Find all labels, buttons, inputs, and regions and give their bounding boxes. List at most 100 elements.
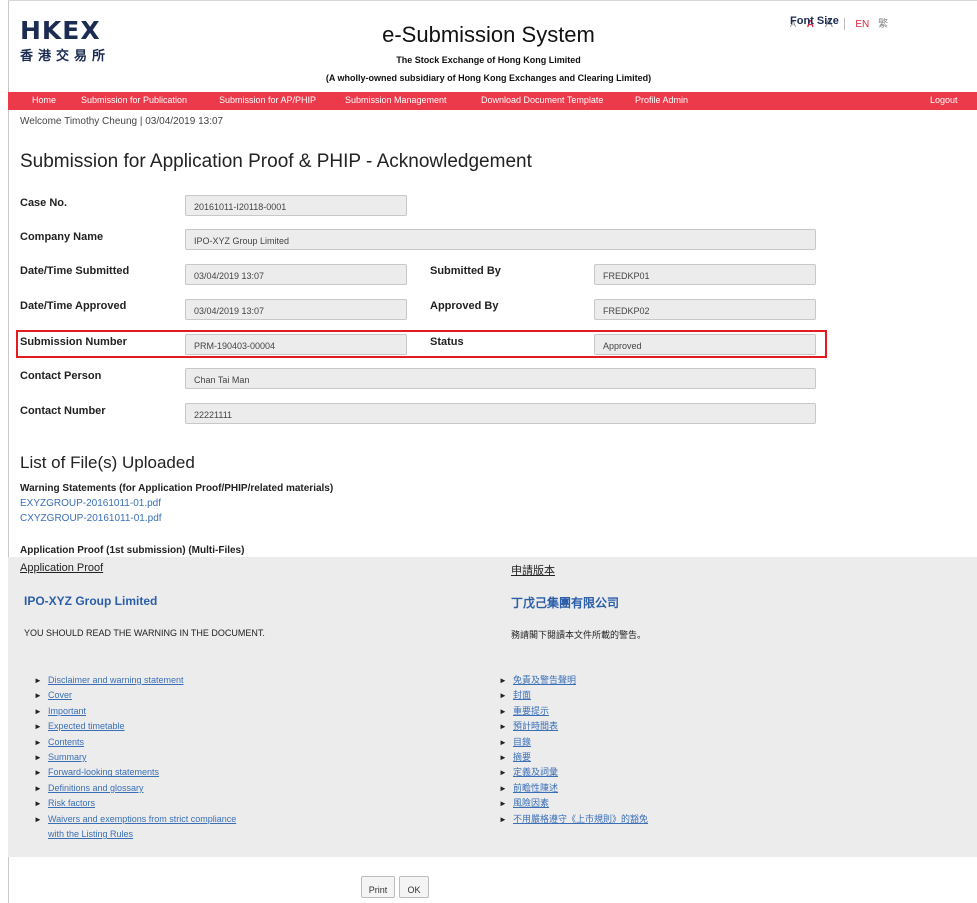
toc-link[interactable]: 風險因素 <box>513 798 549 808</box>
submitted-by-label: Submitted By <box>430 265 501 277</box>
system-subtitle-2: (A wholly-owned subsidiary of Hong Kong … <box>325 73 652 83</box>
list-item: ► Summary <box>34 750 236 765</box>
nav-profile-admin[interactable]: Profile Admin <box>635 95 688 105</box>
ok-button[interactable]: OK <box>399 876 429 898</box>
list-item: ► Waivers and exemptions from strict comp… <box>34 812 236 827</box>
toc-link[interactable]: 摘要 <box>513 752 531 762</box>
triangle-right-icon: ► <box>34 706 42 716</box>
warning-text-zh: 務請閣下閱讀本文件所載的警告。 <box>511 630 647 640</box>
company-name-label: Company Name <box>20 231 104 243</box>
triangle-right-icon: ► <box>34 799 42 809</box>
triangle-right-icon: ► <box>34 676 42 685</box>
welcome-message: Welcome Timothy Cheung | 03/04/2019 13:0… <box>20 116 224 127</box>
list-item: ► Expected timetable <box>34 719 236 734</box>
nav-download-template[interactable]: Download Document Template <box>481 95 603 105</box>
files-section-title: List of File(s) Uploaded <box>20 453 195 472</box>
print-button[interactable]: Print <box>361 876 395 898</box>
toc-link[interactable]: 目錄 <box>513 737 531 747</box>
system-subtitle: The Stock Exchange of Hong Kong Limited <box>396 55 581 65</box>
font-size-label: Font Size <box>790 15 839 27</box>
list-item: ► 摘要 <box>499 750 648 765</box>
nav-logout[interactable]: Logout <box>930 95 958 105</box>
triangle-right-icon: ► <box>499 783 507 793</box>
toc-link[interactable]: 重要提示 <box>513 706 549 716</box>
list-item: ► 重要提示 <box>499 704 648 719</box>
toc-link[interactable]: 定義及詞彙 <box>513 767 558 777</box>
warning-text-en: YOU SHOULD READ THE WARNING IN THE DOCUM… <box>24 628 265 638</box>
list-item: ► 風險因素 <box>499 796 648 811</box>
toc-link[interactable]: Important <box>48 706 86 716</box>
contact-person-label: Contact Person <box>20 370 102 382</box>
company-name-zh: 丁戊己集團有限公司 <box>511 596 620 610</box>
toc-link[interactable]: Forward-looking statements <box>48 767 159 777</box>
application-proof-link[interactable]: Application Proof <box>20 562 103 574</box>
list-item: with the Listing Rules <box>34 827 236 842</box>
toc-link[interactable]: 前瞻性陳述 <box>513 783 558 793</box>
triangle-right-icon: ► <box>499 768 507 778</box>
triangle-right-icon: ► <box>34 814 42 824</box>
toc-link[interactable]: Cover <box>48 690 72 700</box>
toc-link[interactable]: 免責及警告聲明 <box>513 675 576 685</box>
triangle-right-icon: ► <box>34 737 42 747</box>
submission-number-label: Submission Number <box>20 336 127 348</box>
toc-link-continuation[interactable]: with the Listing Rules <box>48 829 133 839</box>
toc-link[interactable]: Disclaimer and warning statement <box>48 675 184 685</box>
list-item: ► 免責及警告聲明 <box>499 673 648 688</box>
case-no-label: Case No. <box>20 197 68 209</box>
list-item: ► Definitions and glossary <box>34 781 236 796</box>
lang-en-button[interactable]: EN <box>855 19 869 30</box>
list-item: ► Contents <box>34 735 236 750</box>
toc-link[interactable]: 預計時間表 <box>513 721 558 731</box>
file-link[interactable]: EXYZGROUP-20161011-01.pdf <box>20 498 161 509</box>
lang-zh-button[interactable]: 繁 <box>878 19 888 30</box>
contact-number-label: Contact Number <box>20 405 106 417</box>
toc-link[interactable]: Contents <box>48 737 84 747</box>
status-label: Status <box>430 336 464 348</box>
triangle-right-icon: ► <box>34 783 42 793</box>
file-link[interactable]: CXYZGROUP-20161011-01.pdf <box>20 513 162 524</box>
nav-submission-management[interactable]: Submission Management <box>345 95 447 105</box>
triangle-right-icon: ► <box>34 722 42 732</box>
triangle-right-icon: ► <box>499 691 507 701</box>
nav-submission-publication[interactable]: Submission for Publication <box>81 95 187 105</box>
list-item: ► 封面 <box>499 688 648 703</box>
triangle-right-icon: ► <box>34 691 42 701</box>
nav-submission-ap-phip[interactable]: Submission for AP/PHIP <box>219 95 316 105</box>
list-item: ► Important <box>34 704 236 719</box>
triangle-right-icon: ► <box>499 676 507 685</box>
application-proof-zh-link[interactable]: 申請版本 <box>511 562 555 578</box>
contact-number-field: 22221111 <box>185 403 816 424</box>
list-item: ► 預計時間表 <box>499 719 648 734</box>
submitted-by-field: FREDKP01 <box>594 264 816 285</box>
list-item: ► 定義及詞彙 <box>499 765 648 780</box>
date-approved-field: 03/04/2019 13:07 <box>185 299 407 320</box>
list-item: ► 不用嚴格遵守《上市規則》的豁免 <box>499 812 648 827</box>
toc-link[interactable]: 封面 <box>513 690 531 700</box>
toc-link[interactable]: 不用嚴格遵守《上市規則》的豁免 <box>513 814 648 824</box>
nav-home[interactable]: Home <box>32 95 56 105</box>
triangle-right-icon: ► <box>499 706 507 716</box>
approved-by-field: FREDKP02 <box>594 299 816 320</box>
list-item: ► Cover <box>34 688 236 703</box>
date-approved-label: Date/Time Approved <box>20 300 127 312</box>
contact-person-field: Chan Tai Man <box>185 368 816 389</box>
toc-list-zh: ► 免責及警告聲明 ► 封面 ► 重要提示 ► 預計時間表 ► 目錄 ► 摘要 ► 定義及詞彙… <box>499 673 648 827</box>
triangle-right-icon: ► <box>499 814 507 824</box>
triangle-right-icon: ► <box>499 753 507 763</box>
list-item: ► 前瞻性陳述 <box>499 781 648 796</box>
toc-link[interactable]: Waivers and exemptions from strict compl… <box>48 814 236 824</box>
toc-link[interactable]: Summary <box>48 752 87 762</box>
triangle-right-icon: ► <box>499 737 507 747</box>
application-proof-heading: Application Proof (1st submission) (Mult… <box>20 545 245 556</box>
page-title: Submission for Application Proof & PHIP … <box>20 151 532 172</box>
company-name-en: IPO-XYZ Group Limited <box>24 594 158 608</box>
triangle-right-icon: ► <box>499 722 507 732</box>
toc-link[interactable]: Expected timetable <box>48 721 125 731</box>
toc-link[interactable]: Definitions and glossary <box>48 783 144 793</box>
warning-statements-heading: Warning Statements (for Application Proo… <box>20 483 334 494</box>
approved-by-label: Approved By <box>430 300 499 312</box>
divider <box>843 18 845 31</box>
triangle-right-icon: ► <box>34 768 42 778</box>
toc-link[interactable]: Risk factors <box>48 798 95 808</box>
frame-top-border <box>8 0 977 1</box>
